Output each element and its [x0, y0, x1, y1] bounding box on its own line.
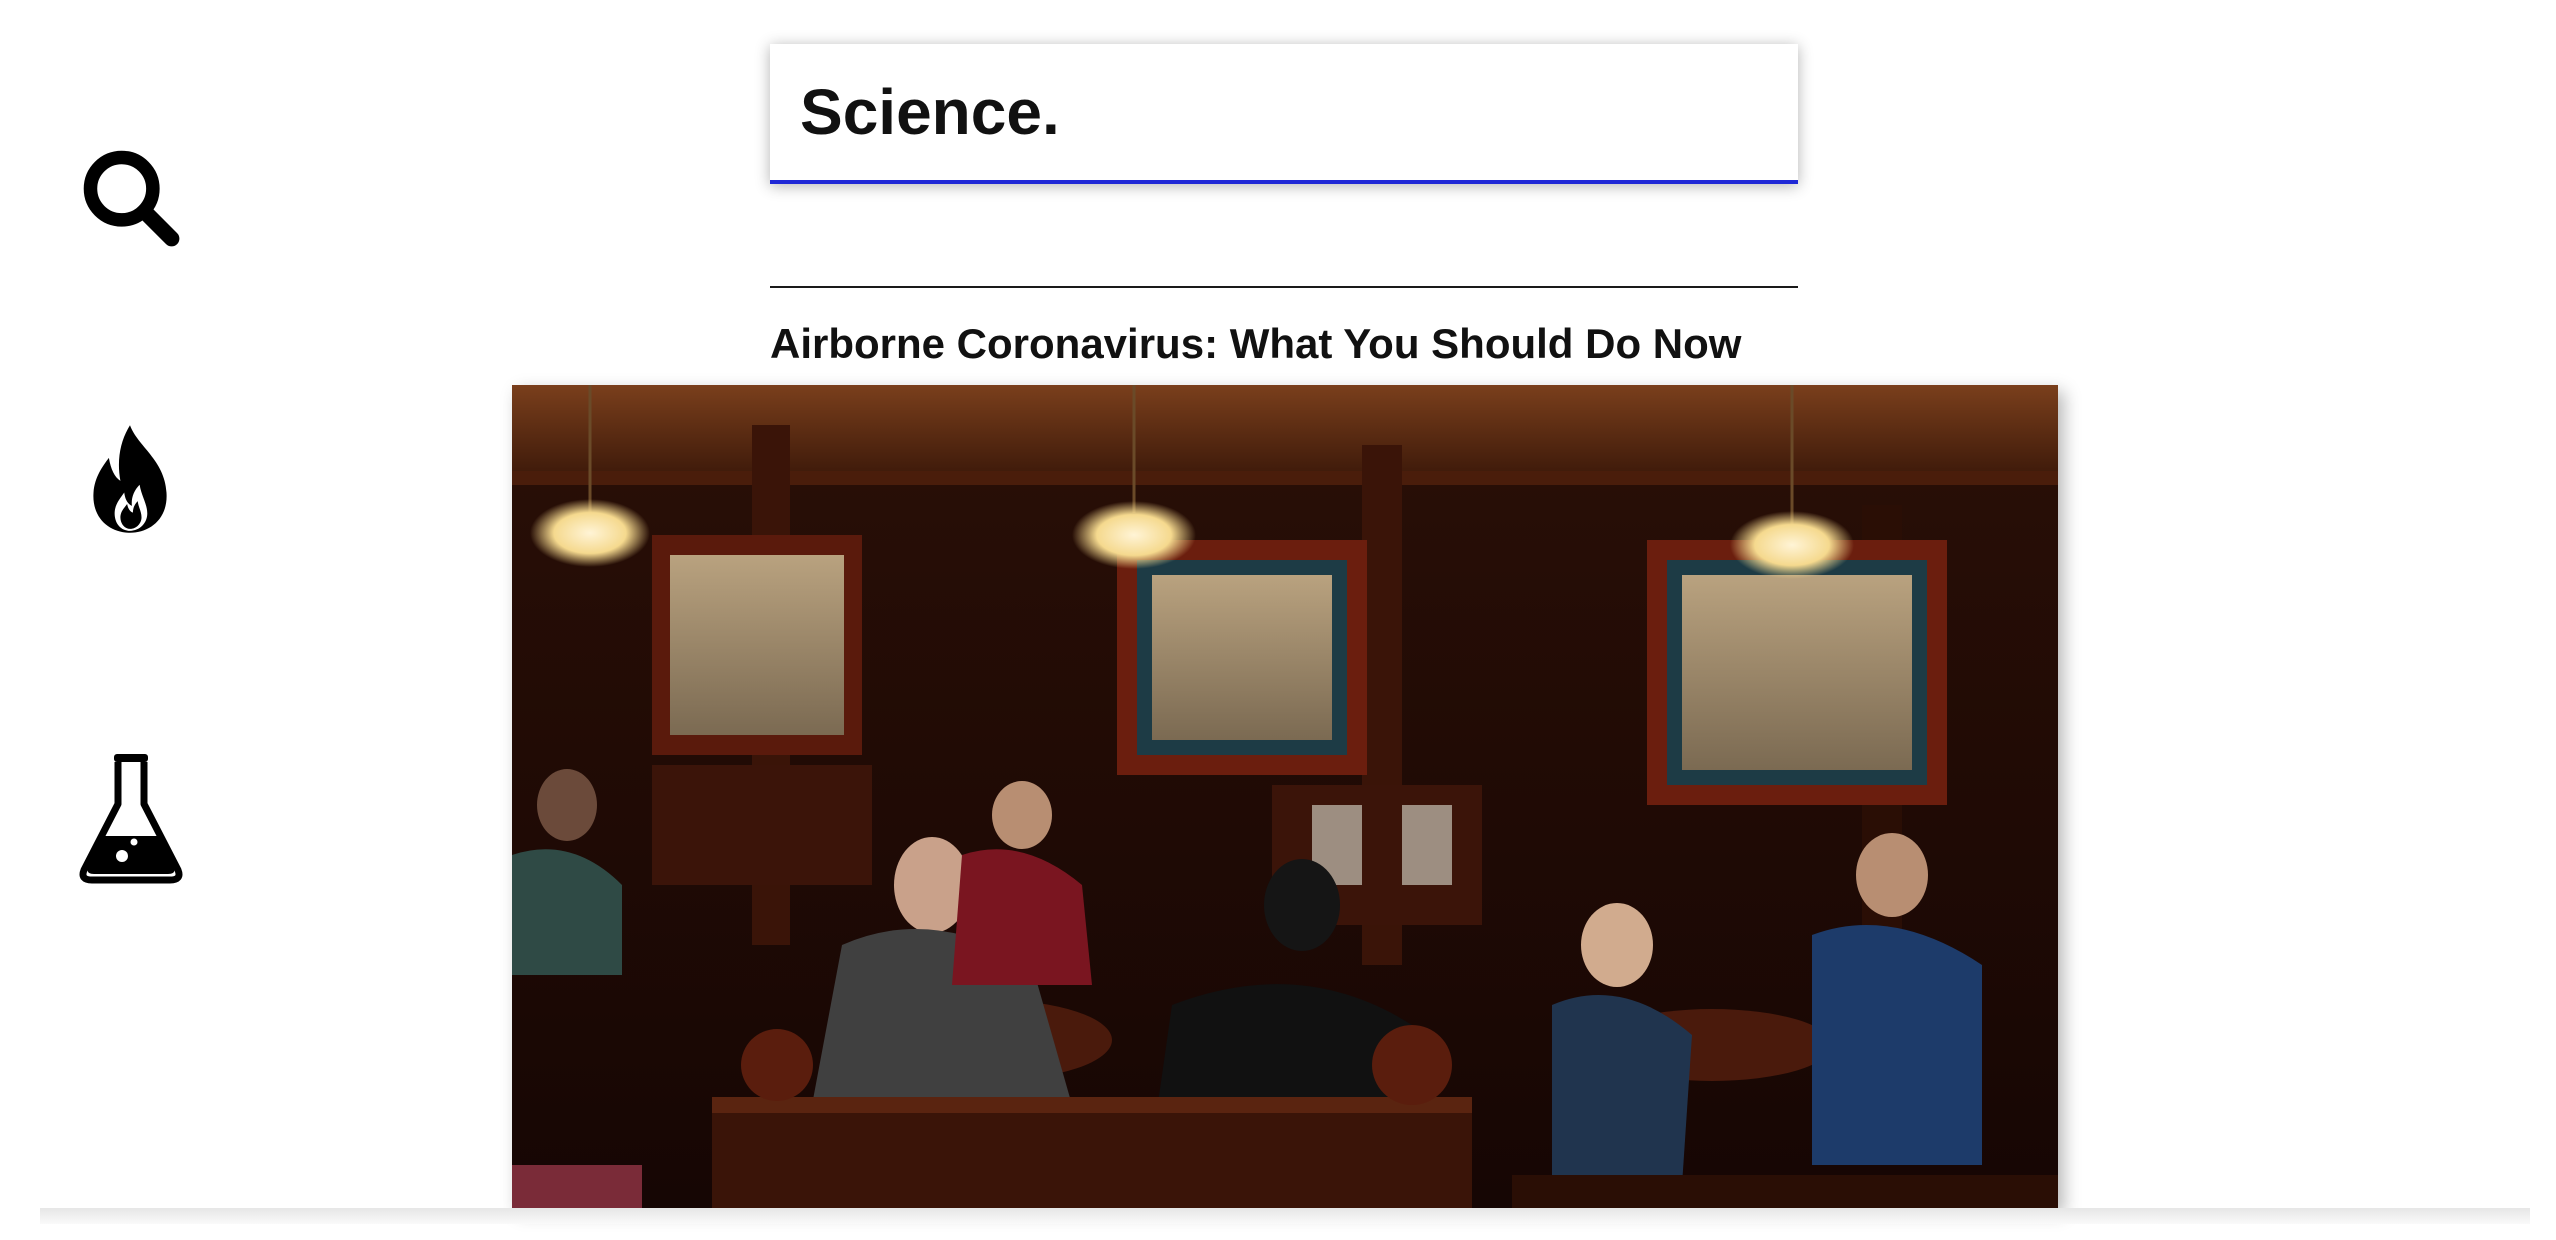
search-box[interactable]: [770, 44, 1798, 184]
pub-interior-photo: [512, 385, 2058, 1208]
article-title[interactable]: Airborne Coronavirus: What You Should Do…: [770, 318, 1870, 370]
flask-icon[interactable]: [76, 752, 186, 884]
divider: [770, 286, 1798, 288]
search-icon[interactable]: [78, 145, 182, 249]
fire-icon[interactable]: [82, 423, 178, 535]
article-image[interactable]: [512, 385, 2058, 1208]
bottom-bar: [40, 1208, 2530, 1224]
search-input[interactable]: [800, 72, 1760, 152]
